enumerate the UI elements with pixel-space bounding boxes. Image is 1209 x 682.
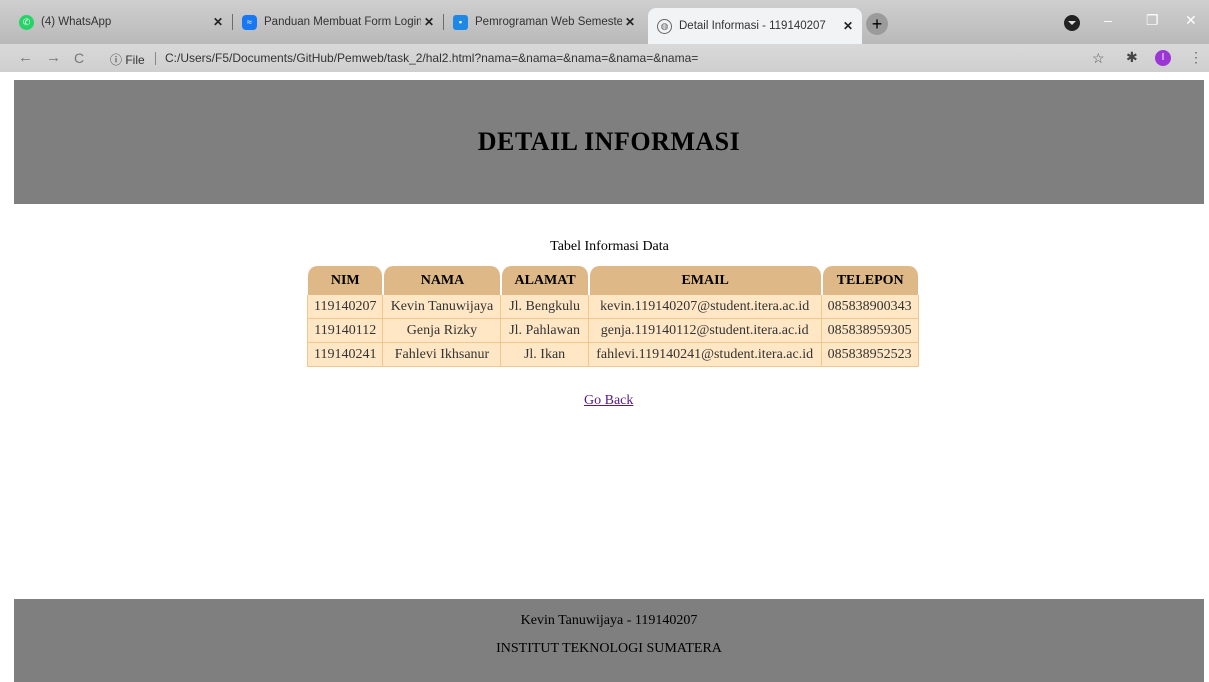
close-icon[interactable]: ✕ bbox=[421, 15, 437, 29]
table-row: 119140112 Genja Rizky Jl. Pahlawan genja… bbox=[307, 319, 919, 343]
tab-pemrograman-web[interactable]: ▪ Pemrograman Web Semester Ga ✕ bbox=[444, 9, 644, 35]
cell-nama: Kevin Tanuwijaya bbox=[383, 295, 502, 319]
tab-whatsapp[interactable]: ✆ (4) WhatsApp ✕ bbox=[10, 9, 232, 35]
cell-nama: Fahlevi Ikhsanur bbox=[383, 343, 502, 367]
tab-panduan[interactable]: ≈ Panduan Membuat Form Login d ✕ bbox=[233, 9, 443, 35]
close-icon[interactable]: ✕ bbox=[622, 15, 638, 29]
footer-name: Kevin Tanuwijaya - 119140207 bbox=[520, 613, 698, 628]
restore-icon[interactable]: ❐ bbox=[1146, 12, 1159, 29]
cell-telepon: 085838952523 bbox=[821, 343, 919, 367]
cell-telepon: 085838959305 bbox=[821, 319, 919, 343]
more-menu-icon[interactable]: ⋮ bbox=[1189, 49, 1203, 66]
browser-tab-bar: ✆ (4) WhatsApp ✕ ≈ Panduan Membuat Form … bbox=[0, 0, 1209, 44]
browser-toolbar: ← → C ⓘ File C:/Users/F5/Documents/GitHu… bbox=[0, 44, 1209, 72]
cell-nama: Genja Rizky bbox=[383, 319, 502, 343]
go-back-link[interactable]: Go Back bbox=[584, 393, 633, 409]
close-icon[interactable]: ✕ bbox=[840, 19, 856, 33]
cell-nim: 119140112 bbox=[307, 319, 384, 343]
profile-menu-icon[interactable] bbox=[1064, 15, 1080, 31]
tab-title: Panduan Membuat Form Login d bbox=[264, 16, 421, 28]
back-icon[interactable]: ← bbox=[18, 49, 33, 66]
new-tab-button[interactable]: + bbox=[866, 13, 888, 35]
forward-icon[interactable]: → bbox=[46, 49, 61, 66]
cell-email: fahlevi.119140241@student.itera.ac.id bbox=[588, 343, 822, 367]
site-info-label: File bbox=[125, 53, 145, 67]
page-header: DETAIL INFORMASI bbox=[14, 80, 1204, 204]
footer-institution: INSTITUT TEKNOLOGI SUMATERA bbox=[496, 641, 722, 656]
bookmark-star-icon[interactable]: ☆ bbox=[1092, 50, 1105, 67]
tab-detail-informasi[interactable]: ◍ Detail Informasi - 119140207 ✕ bbox=[648, 8, 862, 44]
address-bar[interactable]: C:/Users/F5/Documents/GitHub/Pemweb/task… bbox=[165, 51, 698, 65]
info-table: NIM NAMA ALAMAT EMAIL TELEPON 119140207 … bbox=[307, 266, 919, 367]
cell-telepon: 085838900343 bbox=[821, 295, 919, 319]
close-icon[interactable]: ✕ bbox=[210, 15, 226, 29]
column-header-nim: NIM bbox=[307, 266, 384, 295]
minimize-icon[interactable]: – bbox=[1104, 12, 1112, 28]
column-header-telepon: TELEPON bbox=[821, 266, 919, 295]
tab-title: (4) WhatsApp bbox=[41, 16, 112, 28]
table-caption: Tabel Informasi Data bbox=[550, 239, 669, 254]
classroom-icon: ▪ bbox=[453, 14, 468, 30]
table-header-row: NIM NAMA ALAMAT EMAIL TELEPON bbox=[307, 266, 919, 295]
site-info[interactable]: ⓘ File bbox=[110, 51, 145, 68]
cell-alamat: Jl. Pahlawan bbox=[501, 319, 589, 343]
table-row: 119140241 Fahlevi Ikhsanur Jl. Ikan fahl… bbox=[307, 343, 919, 367]
globe-icon: ◍ bbox=[657, 18, 672, 34]
cell-nim: 119140207 bbox=[307, 295, 384, 319]
cell-nim: 119140241 bbox=[307, 343, 384, 367]
cell-email: kevin.119140207@student.itera.ac.id bbox=[588, 295, 822, 319]
cell-alamat: Jl. Ikan bbox=[501, 343, 589, 367]
messenger-icon: ≈ bbox=[242, 14, 257, 30]
reload-icon[interactable]: C bbox=[74, 50, 84, 66]
cell-email: genja.119140112@student.itera.ac.id bbox=[588, 319, 822, 343]
window-close-icon[interactable]: ✕ bbox=[1185, 12, 1197, 29]
page-title: DETAIL INFORMASI bbox=[477, 127, 741, 156]
tab-title: Pemrograman Web Semester Ga bbox=[475, 16, 622, 28]
avatar[interactable]: I bbox=[1155, 50, 1171, 66]
extensions-icon[interactable]: ✱ bbox=[1126, 49, 1138, 66]
tab-title: Detail Informasi - 119140207 bbox=[679, 20, 826, 32]
page-footer: Kevin Tanuwijaya - 119140207 INSTITUT TE… bbox=[14, 599, 1204, 682]
column-header-nama: NAMA bbox=[383, 266, 502, 295]
cell-alamat: Jl. Bengkulu bbox=[501, 295, 589, 319]
column-header-alamat: ALAMAT bbox=[501, 266, 589, 295]
column-header-email: EMAIL bbox=[588, 266, 822, 295]
table-row: 119140207 Kevin Tanuwijaya Jl. Bengkulu … bbox=[307, 295, 919, 319]
whatsapp-icon: ✆ bbox=[19, 14, 34, 30]
